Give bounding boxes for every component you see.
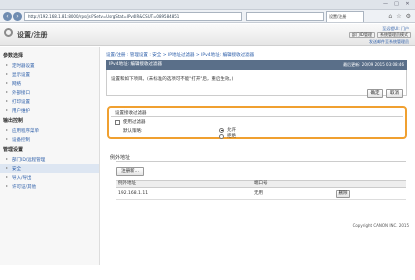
default-policy-label: 默认策略: (123, 129, 143, 134)
delete-button[interactable]: 删除 (336, 190, 350, 198)
use-filter-label: 使用过滤器 (123, 120, 146, 125)
register-new-button[interactable]: 注册新... (116, 167, 144, 176)
sidebar-item-timer[interactable]: 定时器设置 (0, 61, 99, 70)
address-bar[interactable]: http://192.168.1.81:8000/rps/jsl?Setv=Us… (24, 12, 242, 21)
browser-search-input[interactable] (246, 12, 324, 21)
description-box: 设置和如下项目。(未标准的选项可不能"打开"后，重启生效。) (106, 70, 407, 96)
table-header: 例外地址 端口号 (116, 180, 406, 188)
sidebar-item-dept-id[interactable]: 部门ID/远程管理 (0, 155, 99, 164)
sidebar-item-import-export[interactable]: 导入/导出 (0, 173, 99, 182)
table-row: 192.168.1.11 无用 删除 (116, 188, 406, 200)
browser-tab[interactable]: 设置/注册 (326, 11, 364, 22)
last-updated: 最后更新: 20/09 2015 03:08:46 (343, 62, 404, 67)
window-controls: — □ ✕ (381, 1, 412, 7)
ok-button[interactable]: 确定 (367, 89, 383, 98)
back-arrow-icon[interactable]: ‹ (3, 12, 12, 21)
sidebar-item-security[interactable]: 安全 (0, 164, 99, 173)
sidebar-group-title: 管理设置 (3, 147, 24, 153)
allow-radio[interactable] (219, 127, 224, 133)
sidebar-item-display[interactable]: 显示设置 (0, 70, 99, 79)
sidebar-item-network[interactable]: 网络 (0, 79, 99, 88)
divider (111, 116, 403, 117)
maximize-button[interactable]: □ (392, 1, 401, 7)
column-header-port: 端口号 (254, 181, 268, 186)
description-text: 设置和如下项目。(未标准的选项可不能"打开"后，重启生效。) (111, 77, 234, 82)
panel-title: IPv4地址: 编辑接收过滤器 最后更新: 20/09 2015 03:08:4… (106, 60, 407, 70)
cancel-button[interactable]: 取消 (386, 89, 403, 98)
minimize-button[interactable]: — (381, 1, 390, 7)
app-header: 设置/注册 至远程UI: 门户 部门ID管理 系统管理员模式 发送邮件至系统管理… (0, 24, 415, 46)
divider (116, 161, 406, 162)
mail-admin-link[interactable]: 发送邮件至系统管理员 (369, 39, 409, 45)
sidebar-group-title: 参数选择 (3, 53, 24, 59)
forward-arrow-icon[interactable]: › (13, 12, 22, 21)
sidebar-group-title: 输出控制 (3, 118, 24, 124)
copyright-text: Copyright CANON INC. 2015 (352, 223, 409, 228)
sidebar: 参数选择 定时器设置 显示设置 网络 外部接口 打印设置 用户维护 输出控制 应… (0, 47, 100, 265)
row-address[interactable]: 192.168.1.11 (118, 188, 148, 200)
sidebar-item-maintenance[interactable]: 用户维护 (0, 106, 99, 115)
deny-label: 拒绝 (227, 134, 236, 139)
browser-navbar: ‹ › http://192.168.1.81:8000/rps/jsl?Set… (0, 10, 415, 23)
filter-settings-box: 设置接收过滤器 使用过滤器 默认策略: 允许 拒绝 (107, 106, 407, 139)
sidebar-item-interface[interactable]: 外部接口 (0, 88, 99, 97)
home-icon[interactable]: ⌂ (388, 13, 392, 20)
admin-mode-button[interactable]: 系统管理员模式 (377, 32, 411, 38)
sidebar-item-app-menu[interactable]: 应用程序菜单 (0, 126, 99, 135)
breadcrumb[interactable]: 设置/注册 : 管理设置 : 安全 > IP地址过滤器 > IPv4地址: 编辑… (106, 52, 254, 58)
favorites-star-icon[interactable]: ☆ (396, 13, 401, 20)
sidebar-item-device-control[interactable]: 设备控制 (0, 135, 99, 144)
gear-icon[interactable]: ⚙ (406, 13, 411, 20)
sidebar-item-print[interactable]: 打印设置 (0, 97, 99, 106)
browser-title-bar: — □ ✕ (0, 0, 415, 10)
page-title: 设置/注册 (17, 31, 48, 39)
sidebar-item-license[interactable]: 许可证/其他 (0, 182, 99, 191)
deny-radio[interactable] (219, 133, 224, 139)
panel-title-text: IPv4地址: 编辑接收过滤器 (109, 62, 163, 67)
use-filter-checkbox[interactable] (115, 119, 120, 125)
exception-section-title: 例外地址 (110, 155, 131, 161)
column-header-address: 例外地址 (118, 181, 136, 186)
app-logo-icon (4, 28, 13, 37)
department-id-button[interactable]: 部门ID管理 (348, 32, 375, 38)
row-port: 无用 (254, 191, 263, 196)
main-content: 设置/注册 : 管理设置 : 安全 > IP地址过滤器 > IPv4地址: 编辑… (104, 47, 413, 265)
close-window-button[interactable]: ✕ (403, 1, 412, 7)
